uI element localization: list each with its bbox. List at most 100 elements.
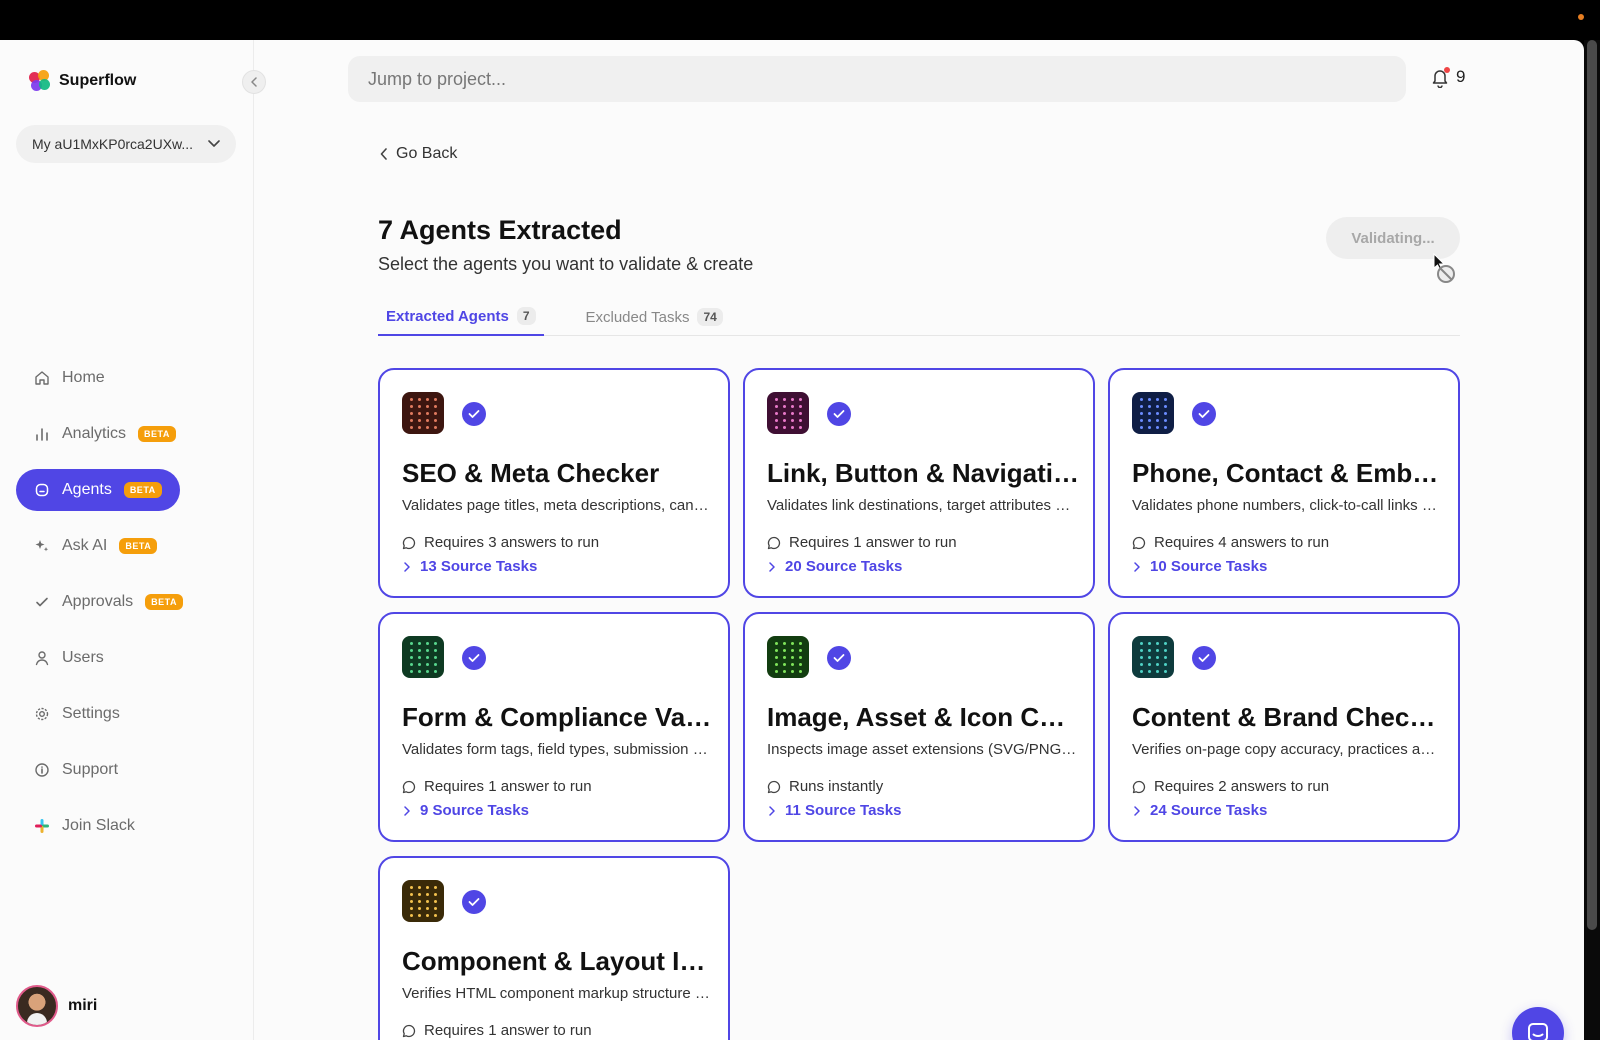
source-tasks-label: 20 Source Tasks (785, 558, 903, 575)
sidebar-item-join-slack[interactable]: Join Slack (16, 805, 153, 847)
selected-check-icon[interactable] (1192, 646, 1216, 670)
requirement-text: Requires 3 answers to run (424, 534, 600, 551)
source-tasks-toggle[interactable]: 9 Source Tasks (404, 802, 529, 819)
agent-title: Content & Brand Checker (1132, 702, 1444, 732)
source-tasks-toggle[interactable]: 13 Source Tasks (404, 558, 537, 575)
sidebar-item-home[interactable]: Home (16, 357, 123, 399)
sidebar-item-analytics[interactable]: Analytics BETA (16, 413, 194, 455)
sidebar-item-label: Home (62, 369, 105, 386)
agent-requirement: Requires 2 answers to run (1132, 778, 1329, 795)
scrollbar-thumb[interactable] (1587, 40, 1597, 930)
agent-title: Form & Compliance Validator (402, 702, 714, 732)
workspace-selector[interactable]: My aU1MxKP0rca2UXw... (16, 125, 236, 163)
source-tasks-label: 13 Source Tasks (420, 558, 538, 575)
chat-bubble-icon (767, 536, 781, 549)
chevron-right-icon (769, 561, 775, 572)
chevron-right-icon (1134, 561, 1140, 572)
user-icon (35, 651, 49, 666)
chat-bubble-icon (402, 780, 416, 793)
tab-label: Excluded Tasks (585, 308, 690, 326)
sidebar-item-users[interactable]: Users (16, 637, 122, 679)
sidebar-item-ask-ai[interactable]: Ask AI BETA (16, 525, 175, 567)
agent-description: Inspects image asset extensions (SVG/PNG… (767, 741, 1077, 758)
selected-check-icon[interactable] (462, 890, 486, 914)
tab-count: 7 (516, 307, 536, 325)
slack-icon (35, 819, 49, 833)
tab-excluded-tasks[interactable]: Excluded Tasks 74 (578, 298, 731, 336)
source-tasks-toggle[interactable]: 20 Source Tasks (769, 558, 902, 575)
agent-card[interactable]: Link, Button & Navigation Validator Vali… (743, 368, 1095, 598)
selected-check-icon[interactable] (827, 402, 851, 426)
chat-bubble-icon (767, 780, 781, 793)
source-tasks-toggle[interactable]: 24 Source Tasks (1134, 802, 1267, 819)
tab-extracted-agents[interactable]: Extracted Agents 7 (378, 298, 544, 336)
agent-requirement: Requires 3 answers to run (402, 534, 599, 551)
search-input[interactable]: Jump to project... (348, 56, 1406, 102)
agent-requirement: Runs instantly (767, 778, 883, 795)
agent-card[interactable]: Content & Brand Checker Verifies on-page… (1108, 612, 1460, 842)
agent-grid-icon (1132, 636, 1174, 678)
beta-badge: BETA (119, 538, 158, 554)
chat-bubble-icon (1132, 780, 1146, 793)
app-window: Superflow My aU1MxKP0rca2UXw... Home Ana… (0, 40, 1584, 1040)
notification-count: 9 (1456, 67, 1466, 86)
chevron-left-icon (380, 148, 387, 160)
agent-description: Verifies on-page copy accuracy, practice… (1132, 741, 1442, 758)
notification-dot (1444, 67, 1450, 73)
gear-icon (35, 707, 49, 721)
user-profile[interactable]: miri (16, 985, 97, 1027)
home-icon (35, 371, 49, 385)
collapse-sidebar-button[interactable] (242, 70, 266, 94)
agent-tabs: Extracted Agents 7 Excluded Tasks 74 (378, 298, 1460, 336)
chevron-right-icon (769, 805, 775, 816)
source-tasks-toggle[interactable]: 10 Source Tasks (1134, 558, 1267, 575)
sidebar-item-label: Ask AI (62, 537, 108, 554)
selected-check-icon[interactable] (827, 646, 851, 670)
selected-check-icon[interactable] (1192, 402, 1216, 426)
go-back-label: Go Back (396, 145, 458, 162)
chevron-right-icon (1134, 805, 1140, 816)
source-tasks-label: 9 Source Tasks (420, 802, 529, 819)
beta-badge: BETA (145, 594, 183, 610)
agent-grid-icon (1132, 392, 1174, 434)
requirement-text: Runs instantly (789, 778, 884, 795)
sidebar-item-approvals[interactable]: Approvals BETA (16, 581, 201, 623)
sidebar-item-support[interactable]: Support (16, 749, 136, 791)
sidebar-item-label: Join Slack (62, 817, 135, 834)
sidebar-item-settings[interactable]: Settings (16, 693, 138, 735)
chat-bubble-icon (402, 536, 416, 549)
agent-description: Validates phone numbers, click-to-call l… (1132, 497, 1442, 514)
sidebar-item-label: Agents (62, 481, 112, 498)
requirement-text: Requires 2 answers to run (1154, 778, 1330, 795)
requirement-text: Requires 4 answers to run (1154, 534, 1330, 551)
agents-icon (35, 483, 49, 497)
agent-card[interactable]: Component & Layout Inspector Verifies HT… (378, 856, 730, 1040)
brand[interactable]: Superflow (29, 70, 136, 92)
agent-requirement: Requires 1 answer to run (402, 778, 592, 795)
agent-grid-icon (402, 392, 444, 434)
brand-name: Superflow (59, 72, 137, 89)
source-tasks-label: 10 Source Tasks (1150, 558, 1268, 575)
page-subtitle: Select the agents you want to validate &… (378, 254, 754, 274)
source-tasks-label: 24 Source Tasks (1150, 802, 1268, 819)
chevron-right-icon (404, 561, 410, 572)
chevron-right-icon (404, 805, 410, 816)
source-tasks-toggle[interactable]: 11 Source Tasks (769, 802, 901, 819)
agent-description: Verifies HTML component markup structure… (402, 985, 712, 1002)
agent-card[interactable]: Phone, Contact & Embed Checker Validates… (1108, 368, 1460, 598)
agent-card[interactable]: SEO & Meta Checker Validates page titles… (378, 368, 730, 598)
go-back-link[interactable]: Go Back (380, 145, 457, 163)
status-dot (1578, 14, 1584, 20)
not-allowed-cursor-icon (1433, 252, 1455, 283)
agent-card[interactable]: Form & Compliance Validator Validates fo… (378, 612, 730, 842)
selected-check-icon[interactable] (462, 402, 486, 426)
sidebar-item-label: Users (62, 649, 104, 666)
sidebar-item-label: Analytics (62, 425, 127, 442)
chevron-down-icon (208, 140, 220, 147)
chat-support-button[interactable] (1512, 1007, 1564, 1040)
sidebar-item-agents[interactable]: Agents BETA (16, 469, 180, 511)
selected-check-icon[interactable] (462, 646, 486, 670)
agent-card[interactable]: Image, Asset & Icon Checker Inspects ima… (743, 612, 1095, 842)
tab-count: 74 (697, 308, 723, 326)
notifications-button[interactable]: 9 (1430, 66, 1466, 89)
